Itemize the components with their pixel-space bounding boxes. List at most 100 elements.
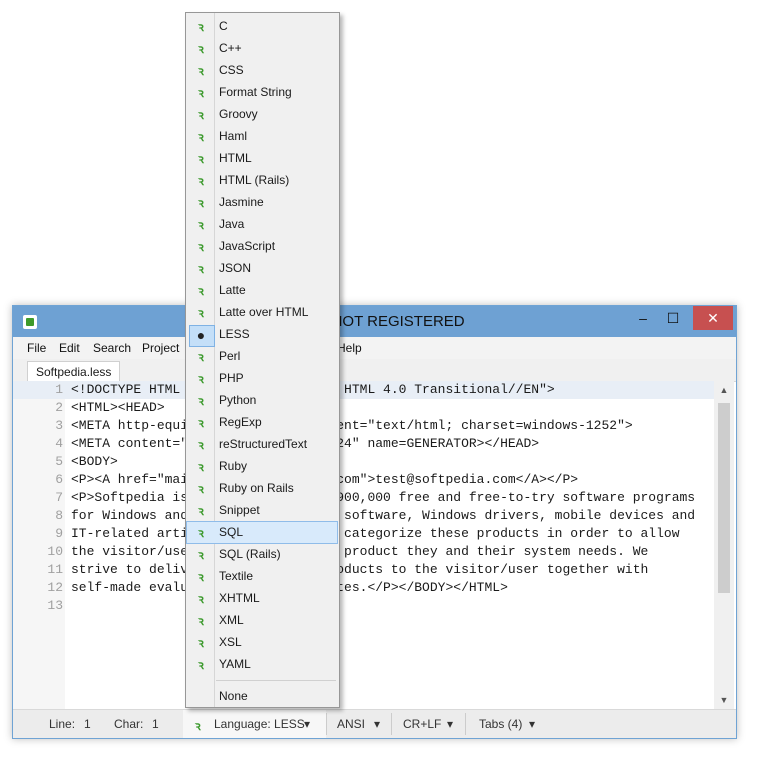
line-text: <BODY> [71,454,118,469]
language-option-label: YAML [219,657,251,671]
language-option-label: Ruby [219,459,248,473]
code-line[interactable]: 13 [13,597,714,615]
code-line[interactable]: 11 strive to deliver only the best produc… [13,561,714,579]
menu-project[interactable]: Project [142,341,179,355]
line-number: 3 [55,418,63,433]
language-option-html[interactable]: ꝛ HTML [187,148,337,169]
tab-softpedia-less[interactable]: Softpedia.less [27,361,121,382]
language-option-java[interactable]: ꝛ Java [187,214,337,235]
language-option-textile[interactable]: ꝛ Textile [187,566,337,587]
menu-edit[interactable]: Edit [59,341,80,355]
language-option-yaml[interactable]: ꝛ YAML [187,654,337,675]
code-line[interactable]: 12self-made evaluation and review notes.… [13,579,714,597]
language-icon: ꝛ [198,636,204,650]
scroll-thumb[interactable] [718,403,730,593]
language-option-none[interactable]: None [187,686,337,707]
language-option-sql[interactable]: ꝛ SQL [186,521,338,544]
code-editor[interactable]: 1<!DOCTYPE HTML PUBLIC "-//W3C//DTD HTML… [13,381,714,709]
code-line[interactable]: 3 <META http-equiv=Content-Type content="… [13,417,714,435]
language-icon: ꝛ [198,240,204,254]
line-ending-selector[interactable]: CR+LF [403,717,441,731]
language-selector[interactable]: ꝛ Language: LESS ▾ [183,710,326,738]
language-option-regexp[interactable]: ꝛ RegExp [187,412,337,433]
minimize-button[interactable]: – [628,306,658,330]
language-option-jasmine[interactable]: ꝛ Jasmine [187,192,337,213]
line-number: 5 [55,454,63,469]
language-option-xsl[interactable]: ꝛ XSL [187,632,337,653]
language-option-json[interactable]: ꝛ JSON [187,258,337,279]
menu-file[interactable]: File [27,341,46,355]
vertical-scrollbar[interactable]: ▲ ▼ [714,381,734,709]
language-option-perl[interactable]: ꝛ Perl [187,346,337,367]
language-icon: ꝛ [198,284,204,298]
scroll-up-arrow-icon[interactable]: ▲ [714,381,734,399]
language-icon: ꝛ [198,372,204,386]
language-option-ruby[interactable]: ꝛ Ruby [187,456,337,477]
code-line[interactable]: 6 <P><A href="mailto:test@softpedia.com">… [13,471,714,489]
language-option-c[interactable]: ꝛ C++ [187,38,337,59]
line-number: 10 [47,544,63,559]
language-option-css[interactable]: ꝛ CSS [187,60,337,81]
status-divider [391,713,392,735]
line-number: 9 [55,526,63,541]
language-option-label: Snippet [219,503,260,517]
line-text: <META http-equiv=Content-Type content="t… [71,418,633,433]
language-icon: ꝛ [198,394,204,408]
language-icon: ꝛ [195,719,201,733]
language-option-sql-rails[interactable]: ꝛ SQL (Rails) [187,544,337,565]
encoding-selector[interactable]: ANSI [337,717,365,731]
language-icon: ꝛ [198,504,204,518]
language-option-groovy[interactable]: ꝛ Groovy [187,104,337,125]
language-icon: ꝛ [198,614,204,628]
language-option-html-rails[interactable]: ꝛ HTML (Rails) [187,170,337,191]
language-icon: ꝛ [198,64,204,78]
menu-search[interactable]: Search [93,341,131,355]
line-number: 2 [55,400,63,415]
language-option-haml[interactable]: ꝛ Haml [187,126,337,147]
code-line[interactable]: 9 IT-related articles. We review and cate… [13,525,714,543]
language-option-restructuredtext[interactable]: ꝛ reStructuredText [187,434,337,455]
language-option-c[interactable]: ꝛC [187,16,337,37]
language-option-latte-over-html[interactable]: ꝛ Latte over HTML [187,302,337,323]
code-line[interactable]: 4<META content="MSHTML 6.00.2900.3024" n… [13,435,714,453]
close-button[interactable]: ✕ [693,306,733,330]
app-icon[interactable] [23,315,37,329]
maximize-button[interactable]: ☐ [658,306,688,330]
scroll-down-arrow-icon[interactable]: ▼ [714,691,734,709]
language-option-python[interactable]: ꝛ Python [187,390,337,411]
chevron-down-icon[interactable]: ▾ [447,717,453,731]
tabs-selector[interactable]: Tabs (4) [479,717,522,731]
language-option-label: Format String [219,85,292,99]
line-text: <HTML><HEAD> [71,400,165,415]
language-option-xhtml[interactable]: ꝛ XHTML [187,588,337,609]
code-line[interactable]: 1<!DOCTYPE HTML PUBLIC "-//W3C//DTD HTML… [13,381,714,399]
language-icon: ꝛ [198,42,204,56]
menu-help[interactable]: Help [337,341,362,355]
code-line[interactable]: 8 for Windows and Unix/Linux, games, soft… [13,507,714,525]
chevron-down-icon[interactable]: ▾ [529,717,535,731]
language-option-label: XHTML [219,591,260,605]
chevron-down-icon[interactable]: ▾ [374,717,380,731]
language-icon: ꝛ [198,658,204,672]
code-line[interactable]: 7 <P>Softpedia is a library of over 900,0… [13,489,714,507]
language-icon: ꝛ [198,416,204,430]
language-option-format-string[interactable]: ꝛ Format String [187,82,337,103]
language-option-less[interactable]: ● LESS [187,324,337,347]
language-option-php[interactable]: ꝛ PHP [187,368,337,389]
line-text: the visitor/user to find the exact produ… [71,544,649,559]
language-option-snippet[interactable]: ꝛ Snippet [187,500,337,521]
language-option-xml[interactable]: ꝛ XML [187,610,337,631]
title-bar[interactable]: Softpedia\ - Intype - NOT REGISTERED – ☐… [13,306,736,337]
language-icon: ꝛ [198,262,204,276]
language-option-javascript[interactable]: ꝛ JavaScript [187,236,337,257]
code-line[interactable]: 5 <BODY> [13,453,714,471]
language-option-latte[interactable]: ꝛ Latte [187,280,337,301]
language-option-ruby-on-rails[interactable]: ꝛ Ruby on Rails [187,478,337,499]
language-icon: ꝛ [198,152,204,166]
code-line[interactable]: 2 <HTML><HEAD> [13,399,714,417]
line-text: for Windows and Unix/Linux, games, softw… [71,508,696,523]
language-menu: ꝛ Cꝛ C++ ꝛ CSS ꝛ Format String ꝛ Groovy ꝛ Haml ꝛ HTM… [185,12,340,708]
code-line[interactable]: 10 the visitor/user to find the exact pro… [13,543,714,561]
language-option-label: Groovy [219,107,258,121]
line-number: 6 [55,472,63,487]
